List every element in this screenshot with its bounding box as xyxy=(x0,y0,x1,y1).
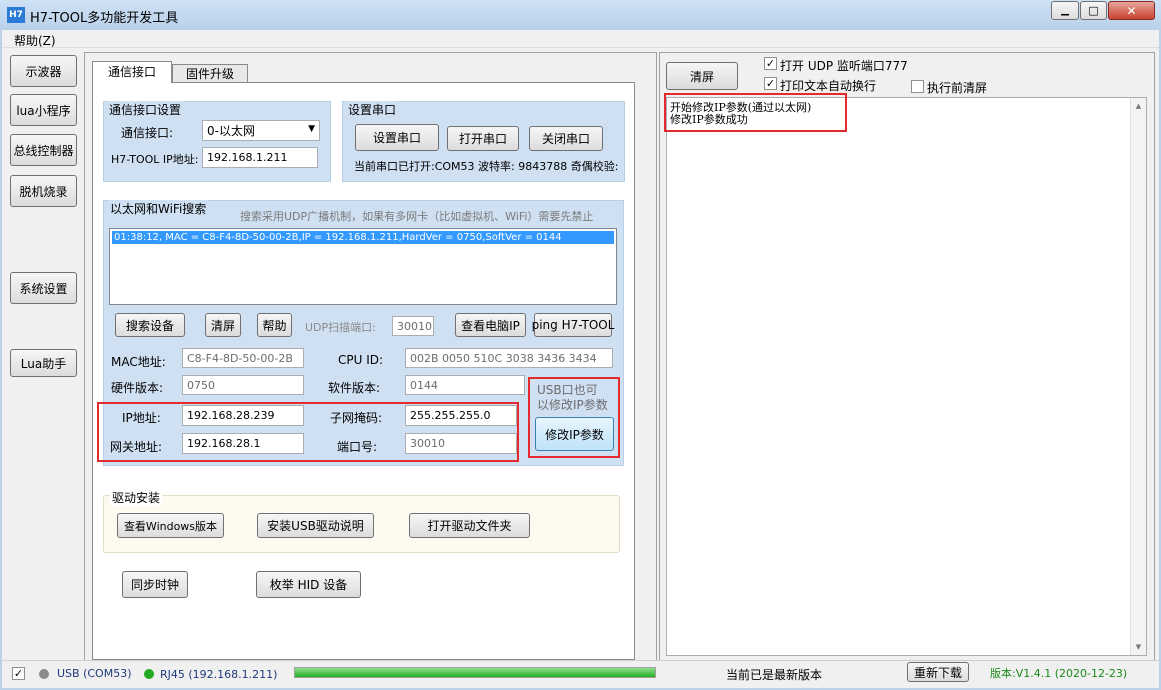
list-item[interactable]: 01:38:12, MAC = C8-F4-8D-50-00-2B,IP = 1… xyxy=(112,231,614,244)
title-bar: H7 H7-TOOL多功能开发工具 ▁ □ ✕ xyxy=(0,0,1161,30)
tab-comm[interactable]: 通信接口 xyxy=(92,61,172,83)
udp-listen-checkbox[interactable]: ✓ xyxy=(764,57,777,70)
windows-version-button[interactable]: 查看Windows版本 xyxy=(117,513,224,538)
log-scrollbar[interactable]: ▲ ▼ xyxy=(1130,98,1146,655)
usb-status: USB (COM53) xyxy=(57,667,132,680)
sidebar-item-system-settings[interactable]: 系统设置 xyxy=(10,272,77,304)
enum-hid-button[interactable]: 枚举 HID 设备 xyxy=(256,571,361,598)
modify-ip-highlight xyxy=(528,377,620,458)
redownload-button[interactable]: 重新下载 xyxy=(907,662,969,682)
iface-label: 通信接口: xyxy=(121,124,173,141)
rj45-status-dot-icon xyxy=(144,669,154,679)
view-pc-ip-button[interactable]: 查看电脑IP xyxy=(455,313,526,337)
preclear-checkbox[interactable] xyxy=(911,80,924,93)
cpu-id-input[interactable]: 002B 0050 510C 3038 3436 3434 xyxy=(405,348,613,368)
sync-clock-button[interactable]: 同步时钟 xyxy=(122,571,188,598)
chevron-down-icon: ▼ xyxy=(308,124,315,134)
log-clear-button[interactable]: 清屏 xyxy=(666,62,738,90)
close-serial-button[interactable]: 关闭串口 xyxy=(529,126,603,151)
usb-status-dot-icon xyxy=(39,669,49,679)
udp-listen-label: 打开 UDP 监听端口777 xyxy=(780,57,908,74)
sidebar-item-oscilloscope[interactable]: 示波器 xyxy=(10,55,77,87)
status-checkbox[interactable]: ✓ xyxy=(12,667,25,680)
search-results-list[interactable]: 01:38:12, MAC = C8-F4-8D-50-00-2B,IP = 1… xyxy=(109,228,617,305)
sw-version-input[interactable]: 0144 xyxy=(405,375,525,395)
sw-version-label: 软件版本: xyxy=(328,379,380,396)
close-button[interactable]: ✕ xyxy=(1108,1,1155,20)
comm-settings-title: 通信接口设置 xyxy=(107,101,183,118)
serial-title: 设置串口 xyxy=(346,101,398,118)
hw-version-label: 硬件版本: xyxy=(111,379,163,396)
udp-port-label: UDP扫描端口: xyxy=(305,319,376,335)
scroll-down-icon[interactable]: ▼ xyxy=(1131,643,1146,651)
tool-ip-input[interactable]: 192.168.1.211 xyxy=(202,147,318,168)
log-textarea[interactable]: 开始修改IP参数(通过以太网) 修改IP参数成功 ▲ ▼ xyxy=(666,97,1147,656)
search-device-button[interactable]: 搜索设备 xyxy=(115,313,185,337)
preclear-label: 执行前清屏 xyxy=(927,79,987,96)
search-help-button[interactable]: 帮助 xyxy=(257,313,292,337)
sidebar-item-lua-helper[interactable]: Lua助手 xyxy=(10,349,77,377)
menu-bar: 帮助(Z) xyxy=(2,30,1159,48)
iface-value: 0-以太网 xyxy=(207,122,255,139)
minimize-button[interactable]: ▁ xyxy=(1051,1,1079,20)
iface-select[interactable]: 0-以太网 ▼ xyxy=(202,120,320,141)
hw-version-input[interactable]: 0750 xyxy=(182,375,304,395)
sidebar-item-lua-app[interactable]: lua小程序 xyxy=(10,94,77,126)
set-serial-button[interactable]: 设置串口 xyxy=(355,124,439,151)
search-clear-button[interactable]: 清屏 xyxy=(205,313,241,337)
ip-settings-highlight xyxy=(97,402,519,462)
update-status: 当前已是最新版本 xyxy=(726,666,822,683)
udp-port-input[interactable]: 30010 xyxy=(392,316,434,336)
usb-driver-help-button[interactable]: 安装USB驱动说明 xyxy=(257,513,374,538)
search-hint: 搜索采用UDP广播机制，如果有多网卡（比如虚拟机、WiFi）需要先禁止 xyxy=(240,208,593,224)
auto-wrap-checkbox[interactable]: ✓ xyxy=(764,77,777,90)
scroll-up-icon[interactable]: ▲ xyxy=(1131,102,1146,110)
open-serial-button[interactable]: 打开串口 xyxy=(447,126,519,151)
sidebar-item-bus-controller[interactable]: 总线控制器 xyxy=(10,134,77,166)
mac-label: MAC地址: xyxy=(111,353,166,370)
serial-status: 当前串口已打开:COM53 波特率: 9843788 奇偶校验: xyxy=(354,158,624,174)
driver-title: 驱动安装 xyxy=(110,489,162,506)
tool-ip-label: H7-TOOL IP地址: xyxy=(111,151,198,167)
menu-help[interactable]: 帮助(Z) xyxy=(14,32,56,49)
log-highlight xyxy=(664,93,847,132)
app-icon: H7 xyxy=(7,7,25,23)
maximize-button[interactable]: □ xyxy=(1080,1,1107,20)
open-driver-folder-button[interactable]: 打开驱动文件夹 xyxy=(409,513,530,538)
ping-tool-button[interactable]: ping H7-TOOL xyxy=(534,313,612,337)
auto-wrap-label: 打印文本自动换行 xyxy=(780,77,876,94)
rj45-status: RJ45 (192.168.1.211) xyxy=(160,668,277,681)
window-title: H7-TOOL多功能开发工具 xyxy=(30,7,178,26)
progress-fill xyxy=(295,668,655,677)
tab-firmware[interactable]: 固件升级 xyxy=(172,64,248,83)
version-label: 版本:V1.4.1 (2020-12-23) xyxy=(990,665,1127,681)
mac-input[interactable]: C8-F4-8D-50-00-2B xyxy=(182,348,304,368)
sidebar-item-offline-burn[interactable]: 脱机烧录 xyxy=(10,175,77,207)
progress-bar xyxy=(294,667,656,678)
search-title: 以太网和WiFi搜索 xyxy=(108,200,208,217)
cpu-id-label: CPU ID: xyxy=(338,353,383,367)
